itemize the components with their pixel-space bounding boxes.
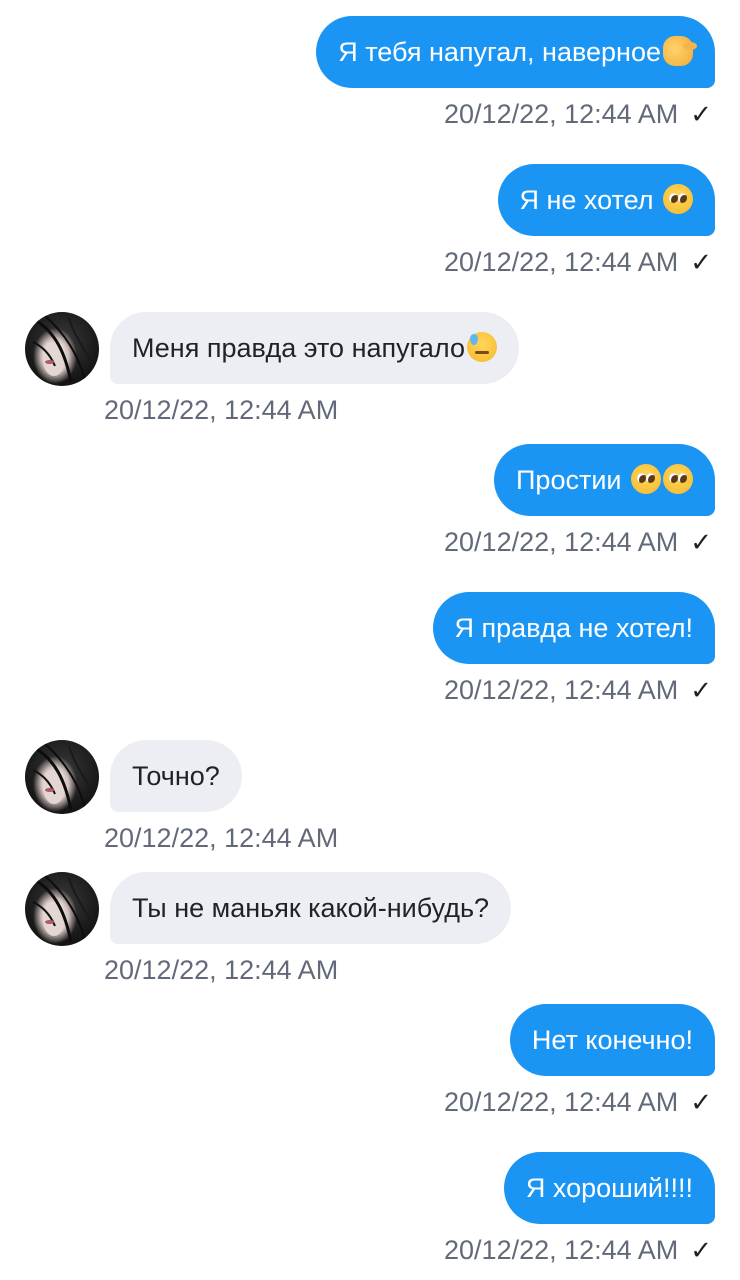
message-text: Точно? [132, 761, 220, 791]
message-bubble[interactable]: Я тебя напугал, наверное [316, 16, 715, 88]
read-check-icon: ✓ [690, 1087, 712, 1117]
message-bubble[interactable]: Нет конечно! [509, 1004, 715, 1076]
message-timestamp: 20/12/22, 12:44 AM [104, 395, 339, 425]
message-bubble[interactable]: Меня правда это напугало [110, 312, 519, 384]
message-timestamp: 20/12/22, 12:44 AM [444, 1087, 679, 1117]
message-timestamp: 20/12/22, 12:44 AM [104, 823, 339, 853]
hair-strands-icon [32, 315, 96, 383]
message-text: Я правда не хотел! [454, 613, 693, 643]
message-meta: 20/12/22, 12:44 AM ✓ [444, 244, 712, 280]
message-meta: 20/12/22, 12:44 AM ✓ [444, 672, 712, 708]
message-text: Ты не маньяк какой-нибудь? [132, 893, 490, 923]
read-check-icon: ✓ [690, 247, 712, 277]
message-meta: 20/12/22, 12:44 AM [104, 952, 338, 988]
message-meta: 20/12/22, 12:44 AM ✓ [444, 524, 712, 560]
hair-strands-icon [32, 743, 96, 811]
message-bubble[interactable]: Простии [494, 444, 715, 516]
message-bubble[interactable]: Я хороший!!!! [503, 1152, 715, 1224]
message-timestamp: 20/12/22, 12:44 AM [444, 247, 679, 277]
message-bubble[interactable]: Я не хотел [497, 164, 715, 236]
message-bubble[interactable]: Точно? [110, 740, 242, 812]
pleading-face-emoji-icon [663, 183, 693, 214]
message-meta: 20/12/22, 12:44 AM ✓ [444, 1084, 712, 1120]
downcast-sweat-face-emoji-icon [466, 331, 497, 362]
message-text: Я тебя напугал, наверное [338, 37, 661, 67]
message-timestamp: 20/12/22, 12:44 AM [444, 527, 679, 557]
pleading-face-emoji-icon [663, 463, 693, 494]
pleading-face-emoji-icon [631, 463, 661, 494]
message-text: Меня правда это напугало [132, 333, 465, 363]
message-timestamp: 20/12/22, 12:44 AM [444, 675, 679, 705]
chat-thread: Я тебя напугал, наверное 20/12/22, 12:44… [0, 0, 740, 1280]
message-meta: 20/12/22, 12:44 AM ✓ [444, 96, 712, 132]
read-check-icon: ✓ [690, 1235, 712, 1265]
message-text: Нет конечно! [531, 1025, 693, 1055]
message-bubble[interactable]: Я правда не хотел! [432, 592, 715, 664]
hair-strands-icon [32, 875, 96, 943]
read-check-icon: ✓ [690, 527, 712, 557]
contact-avatar[interactable] [25, 740, 99, 814]
contact-avatar[interactable] [25, 872, 99, 946]
message-timestamp: 20/12/22, 12:44 AM [444, 99, 679, 129]
message-text: Я не хотел [519, 185, 661, 215]
message-bubble[interactable]: Ты не маньяк какой-нибудь? [110, 872, 512, 944]
message-text: Я хороший!!!! [525, 1173, 693, 1203]
message-meta: 20/12/22, 12:44 AM ✓ [444, 1232, 712, 1268]
message-timestamp: 20/12/22, 12:44 AM [444, 1235, 679, 1265]
message-meta: 20/12/22, 12:44 AM [104, 820, 338, 856]
pinching-hand-emoji-icon [663, 35, 697, 66]
read-check-icon: ✓ [690, 675, 712, 705]
message-meta: 20/12/22, 12:44 AM [104, 392, 338, 428]
contact-avatar[interactable] [25, 312, 99, 386]
message-text: Простии [516, 465, 629, 495]
message-timestamp: 20/12/22, 12:44 AM [104, 955, 339, 985]
read-check-icon: ✓ [690, 99, 712, 129]
